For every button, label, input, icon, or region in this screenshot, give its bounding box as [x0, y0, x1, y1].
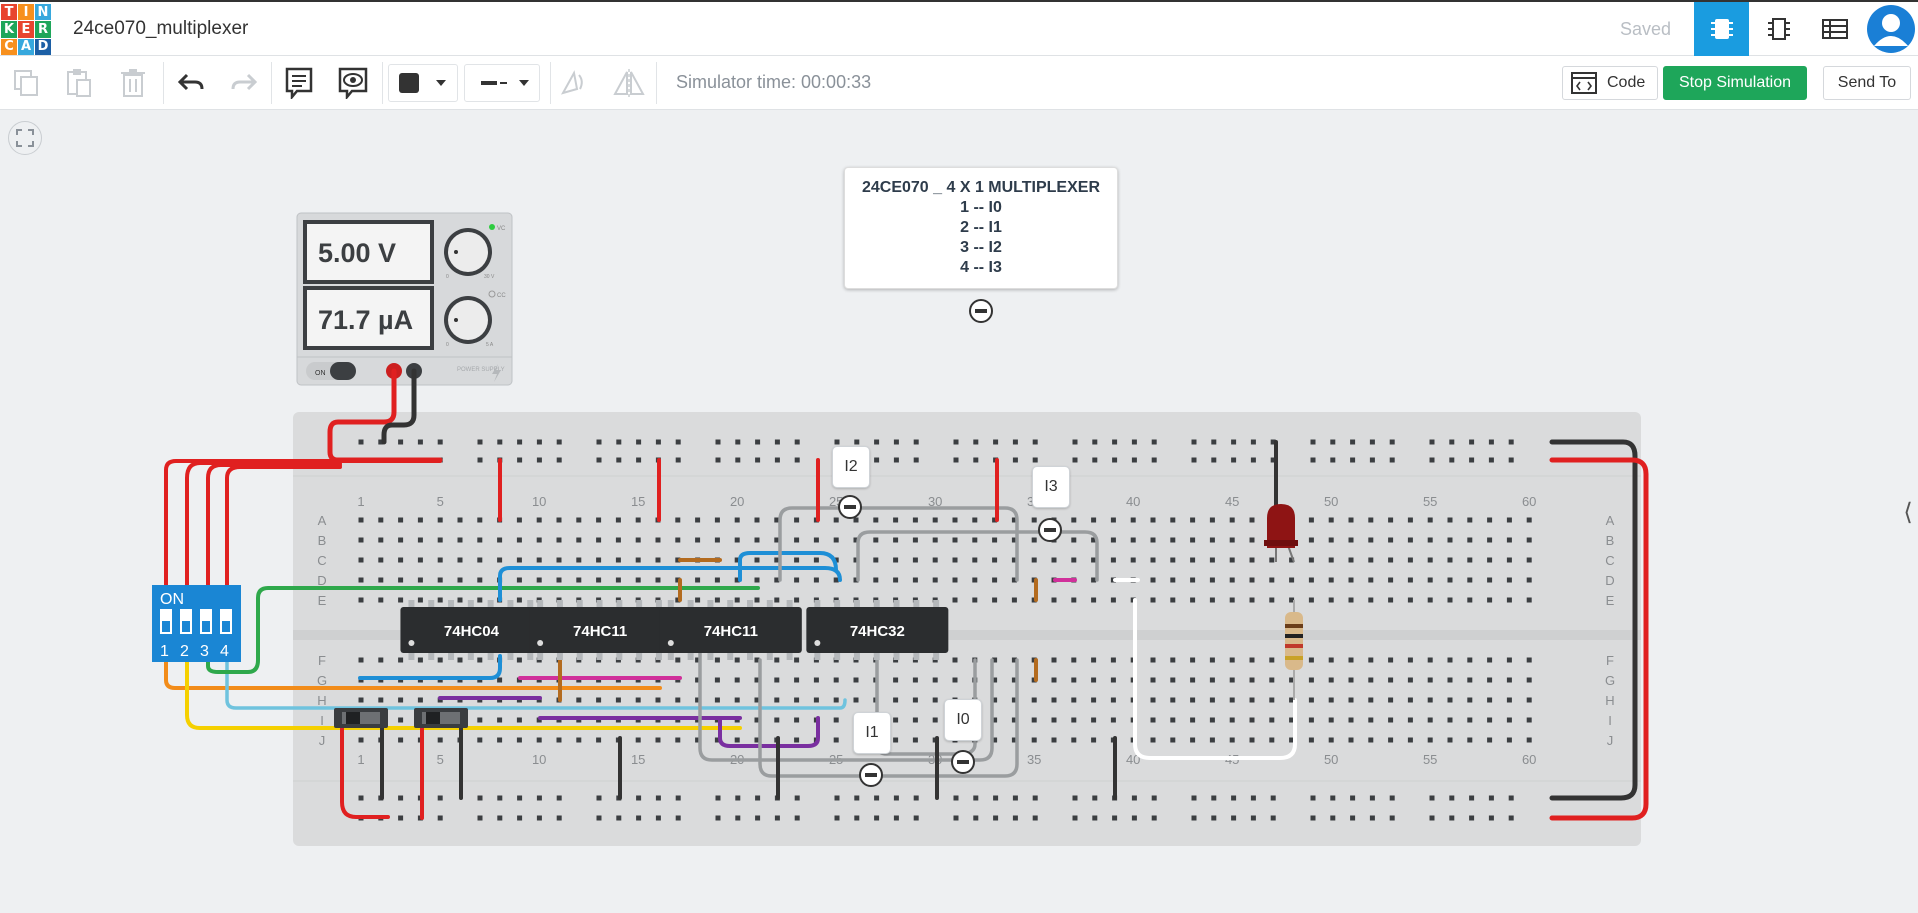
side-panel-handle[interactable]: ⟨: [1898, 487, 1918, 537]
simulator-time: Simulator time: 00:00:33: [676, 72, 872, 92]
color-swatch-icon: [399, 73, 446, 93]
fit-view-button[interactable]: [8, 121, 42, 155]
toolbar-separator: [271, 62, 272, 104]
color-picker[interactable]: [388, 64, 458, 102]
rotate-button[interactable]: [558, 64, 588, 102]
wire-style-picker[interactable]: [464, 64, 540, 102]
stop-simulation-label: Stop Simulation: [1678, 74, 1792, 91]
redo-button[interactable]: [227, 64, 261, 102]
copy-button[interactable]: [10, 64, 42, 102]
logo-letter: C: [1, 38, 17, 55]
annotation-note[interactable]: 24CE070 _ 4 X 1 MULTIPLEXER 1 -- I0 2 --…: [844, 167, 1118, 289]
delete-icon: [121, 69, 145, 97]
note-line: 2 -- I1: [960, 219, 1002, 236]
copy-icon: [14, 70, 38, 96]
toolbar-separator: [550, 62, 551, 104]
top-bar: T I N K E R C A D 24ce070_multiplexer Sa…: [0, 0, 1918, 56]
logo-letter: I: [18, 4, 34, 21]
send-to-button[interactable]: Send To: [1823, 66, 1911, 100]
notes-visibility-button[interactable]: [336, 64, 370, 102]
notes-button[interactable]: [282, 64, 316, 102]
delete-button[interactable]: [117, 64, 149, 102]
circuit-view-button[interactable]: [1694, 2, 1749, 56]
probe-label-i1[interactable]: I1: [853, 712, 891, 754]
schematic-view-icon: [1767, 18, 1790, 40]
note-line: 1 -- I0: [960, 199, 1002, 216]
toolbar-separator: [163, 62, 164, 104]
toolbar-separator: [382, 62, 383, 104]
component-list-button[interactable]: [1807, 2, 1862, 56]
logo-letter: K: [1, 21, 17, 38]
avatar[interactable]: [1863, 2, 1918, 56]
send-to-label: Send To: [1837, 74, 1897, 91]
probe-label-i2[interactable]: I2: [832, 446, 870, 488]
probe-label-i0[interactable]: I0: [944, 699, 982, 741]
stop-simulation-button[interactable]: Stop Simulation: [1663, 66, 1807, 100]
paste-button[interactable]: [63, 64, 95, 102]
logo-letter: D: [35, 38, 51, 55]
undo-icon: [177, 73, 204, 91]
circuit-view-icon: [1710, 19, 1733, 39]
note-line: 3 -- I2: [960, 239, 1002, 256]
flip-icon: [613, 69, 645, 97]
save-status: Saved: [1620, 19, 1672, 39]
logo-letter: R: [35, 21, 51, 38]
logo-letter: T: [1, 4, 17, 21]
chevron-left-icon: ⟨: [1903, 498, 1913, 526]
code-button[interactable]: Code: [1562, 66, 1658, 100]
code-icon: [1571, 72, 1597, 94]
notes-visibility-icon: [338, 67, 368, 99]
user-avatar-icon: [1866, 5, 1915, 53]
logo-letter: E: [18, 21, 34, 38]
note-title: 24CE070 _ 4 X 1 MULTIPLEXER: [861, 179, 1100, 196]
paste-icon: [67, 69, 91, 97]
probe-label-i3[interactable]: I3: [1032, 466, 1070, 508]
note-line: 4 -- I3: [960, 259, 1002, 276]
schematic-view-button[interactable]: [1751, 2, 1806, 56]
redo-icon: [231, 73, 258, 91]
code-button-label: Code: [1607, 74, 1646, 91]
notes-icon: [285, 67, 313, 99]
project-title[interactable]: 24ce070_multiplexer: [73, 18, 248, 40]
rotate-icon: [560, 70, 583, 95]
expand-icon: [16, 129, 34, 147]
logo-letter: A: [18, 38, 34, 55]
tinkercad-logo[interactable]: T I N K E R C A D: [1, 4, 51, 55]
logo-letter: N: [35, 4, 51, 21]
toolbar: Simulator time: 00:00:33 Code Stop Simul…: [0, 56, 1918, 110]
component-list-icon: [1821, 19, 1848, 39]
toolbar-separator: [656, 62, 657, 104]
flip-button[interactable]: [612, 64, 646, 102]
undo-button[interactable]: [174, 64, 208, 102]
wire-style-icon: [481, 80, 529, 86]
